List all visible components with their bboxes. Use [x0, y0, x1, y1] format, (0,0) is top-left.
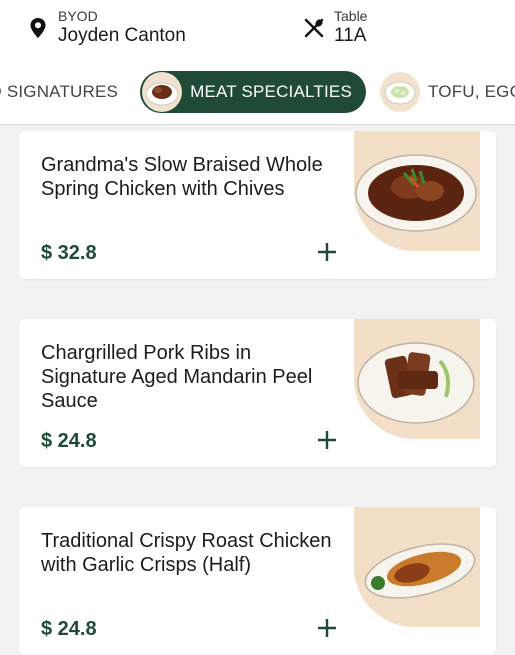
app-header: BYOD Joyden Canton Table 11A [0, 0, 515, 60]
menu-item-price: $ 24.8 [41, 430, 97, 452]
add-button[interactable] [316, 429, 338, 451]
menu-item-price: $ 24.8 [41, 618, 97, 640]
meat-dish-thumbnail [142, 72, 183, 112]
location-label: BYOD [58, 8, 98, 24]
dish-image [354, 507, 480, 627]
location-name: Joyden Canton [58, 25, 186, 46]
plus-icon [318, 243, 336, 261]
tab-label: MEAT SPECIALTIES [190, 82, 352, 101]
add-button[interactable] [316, 241, 338, 263]
menu-item-name: Grandma's Slow Braised Whole Spring Chic… [41, 154, 323, 200]
table-label: Table [334, 8, 368, 24]
table-number: 11A [334, 25, 367, 46]
plus-icon [318, 619, 336, 637]
tab-tofu-egg[interactable]: TOFU, EGG AND [380, 71, 515, 113]
table-info: Table 11A [300, 8, 367, 48]
menu-item-card[interactable]: Grandma's Slow Braised Whole Spring Chic… [19, 131, 496, 279]
menu-item-card[interactable]: Traditional Crispy Roast Chicken with Ga… [19, 507, 496, 655]
add-button[interactable] [316, 617, 338, 639]
tab-label: OD SIGNATURES [0, 82, 119, 101]
tofu-dish-thumbnail [380, 72, 420, 112]
menu-item-card[interactable]: Chargrilled Pork Ribs in Signature Aged … [19, 319, 496, 467]
menu-item-price: $ 32.8 [41, 242, 97, 264]
dish-image [354, 131, 480, 251]
plus-icon [318, 431, 336, 449]
tab-label: TOFU, EGG AND [428, 82, 515, 101]
dish-image [354, 319, 480, 439]
category-tabs: OD SIGNATURES MEAT SPECIALTIES [0, 60, 515, 125]
tab-meat-specialties[interactable]: MEAT SPECIALTIES [140, 71, 366, 113]
cutlery-icon [300, 14, 328, 42]
tab-signatures[interactable]: OD SIGNATURES [0, 71, 124, 113]
location-info: BYOD Joyden Canton [24, 8, 186, 48]
location-pin-icon [24, 14, 52, 42]
menu-item-name: Traditional Crispy Roast Chicken with Ga… [41, 530, 332, 576]
menu-item-name: Chargrilled Pork Ribs in Signature Aged … [41, 342, 313, 412]
